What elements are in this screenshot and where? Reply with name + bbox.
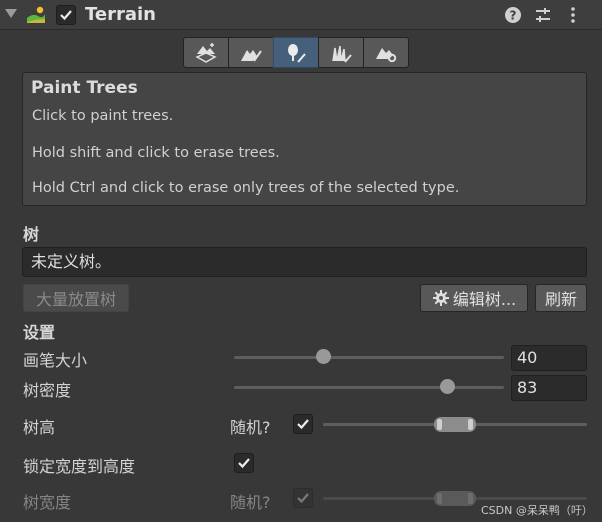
terrain-tool-bar xyxy=(183,37,409,68)
brush-size-slider-thumb[interactable] xyxy=(315,349,331,364)
tree-density-label: 树密度 xyxy=(23,381,72,400)
tree-prototype-list[interactable]: 未定义树。 xyxy=(22,247,587,277)
preset-sliders-icon[interactable] xyxy=(533,5,553,25)
paint-terrain-tool[interactable] xyxy=(228,37,274,68)
tree-density-slider-thumb[interactable] xyxy=(439,379,455,394)
range-max-handle[interactable] xyxy=(468,493,474,504)
component-header: Terrain ? xyxy=(0,0,602,30)
paint-trees-help-box: Paint Trees Click to paint trees. Hold s… xyxy=(22,72,587,206)
svg-text:?: ? xyxy=(510,9,517,23)
tree-density-field[interactable]: 83 xyxy=(511,375,587,401)
range-min-handle[interactable] xyxy=(436,493,442,504)
range-min-handle[interactable] xyxy=(436,419,442,430)
edit-trees-label: 编辑树... xyxy=(452,290,517,309)
help-line: Click to paint trees. xyxy=(32,108,174,124)
lock-width-label: 锁定宽度到高度 xyxy=(23,457,136,476)
trees-section-label: 树 xyxy=(23,225,40,244)
paint-details-icon xyxy=(332,45,352,63)
create-neighbor-terrains-icon xyxy=(195,42,217,63)
paint-trees-icon xyxy=(288,43,306,63)
terrain-settings-icon xyxy=(376,47,397,62)
component-enabled-checkbox[interactable] xyxy=(56,5,76,25)
foldout-arrow-icon[interactable] xyxy=(5,9,17,18)
paint-trees-tool[interactable] xyxy=(273,37,319,68)
component-title: Terrain xyxy=(85,4,156,25)
help-line: Hold shift and click to erase trees. xyxy=(32,145,280,161)
help-title: Paint Trees xyxy=(31,78,138,98)
mass-place-trees-button[interactable]: 大量放置树 xyxy=(23,284,129,312)
tree-width-random-label: 随机? xyxy=(230,493,271,512)
paint-details-tool[interactable] xyxy=(318,37,364,68)
help-line: Hold Ctrl and click to erase only trees … xyxy=(32,180,460,196)
brush-size-label: 画笔大小 xyxy=(23,351,88,370)
gear-icon xyxy=(432,290,449,306)
terrain-component-icon xyxy=(26,5,46,25)
range-max-handle[interactable] xyxy=(468,419,474,430)
tree-height-minmax-slider[interactable] xyxy=(433,417,477,432)
paint-terrain-icon xyxy=(241,49,262,62)
terrain-settings-tool[interactable] xyxy=(363,37,409,68)
brush-size-slider[interactable] xyxy=(234,356,504,359)
refresh-button[interactable]: 刷新 xyxy=(535,284,587,312)
settings-section-label: 设置 xyxy=(23,323,56,342)
tree-width-random-checkbox[interactable] xyxy=(293,488,313,508)
tree-width-minmax-slider[interactable] xyxy=(433,491,477,506)
watermark: CSDN @呆呆鸭（吁） xyxy=(481,504,593,517)
create-neighbor-terrains-tool[interactable] xyxy=(183,37,229,68)
tree-height-label: 树高 xyxy=(23,418,56,437)
edit-trees-button[interactable]: 编辑树... xyxy=(420,284,528,312)
tree-density-slider[interactable] xyxy=(234,386,504,389)
tree-width-label: 树宽度 xyxy=(23,493,72,512)
lock-width-checkbox[interactable] xyxy=(234,453,254,473)
tree-height-random-label: 随机? xyxy=(230,418,271,437)
tree-height-random-checkbox[interactable] xyxy=(293,414,313,434)
brush-size-field[interactable]: 40 xyxy=(511,345,587,371)
help-icon[interactable]: ? xyxy=(503,5,523,25)
kebab-menu-icon[interactable] xyxy=(563,5,583,25)
